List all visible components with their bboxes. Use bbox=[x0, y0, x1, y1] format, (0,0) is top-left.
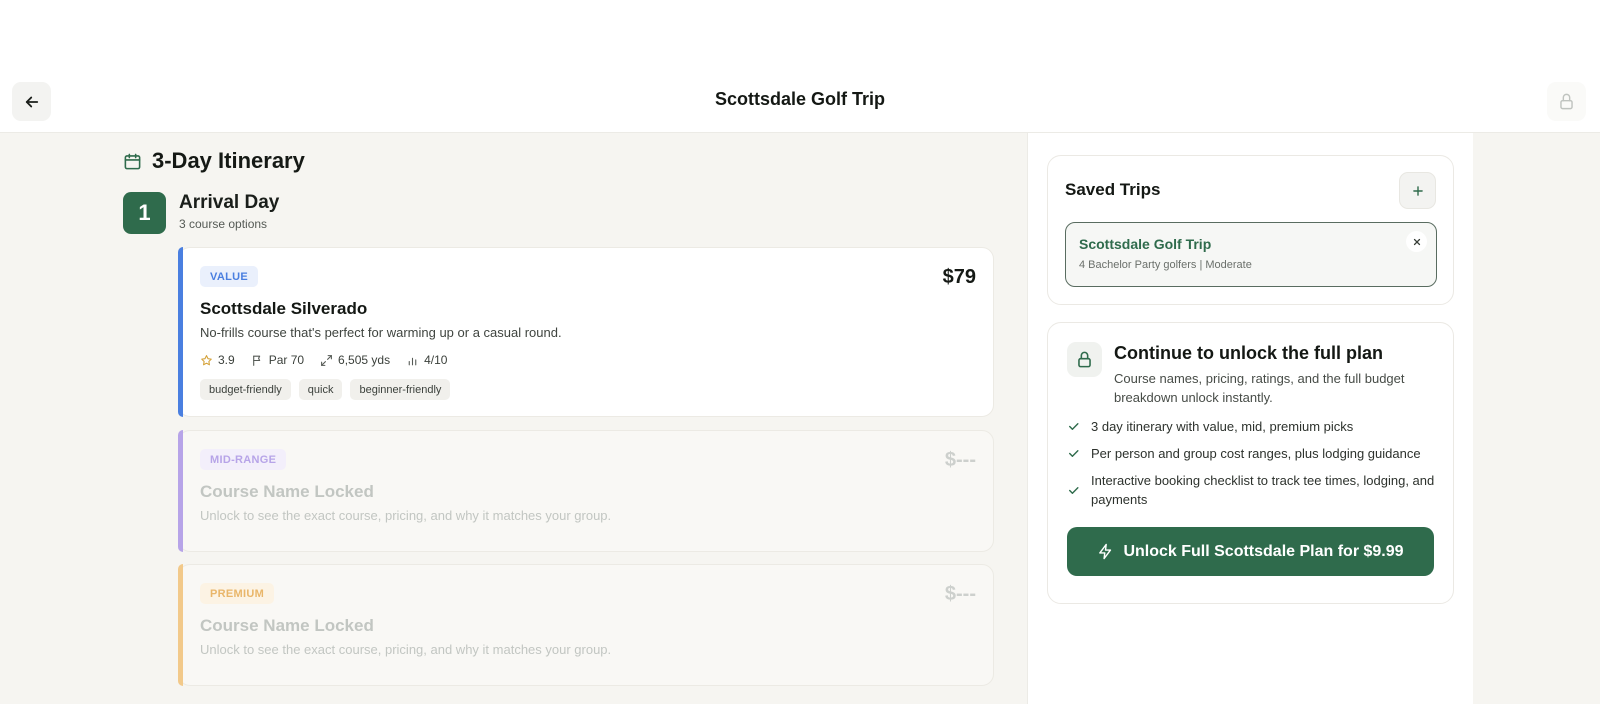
par-value: Par 70 bbox=[268, 353, 305, 367]
feature-item: 3 day itinerary with value, mid, premium… bbox=[1067, 417, 1437, 436]
course-description: Unlock to see the exact course, pricing,… bbox=[200, 508, 612, 523]
course-description: Unlock to see the exact course, pricing,… bbox=[200, 642, 612, 657]
difficulty-value: 4/10 bbox=[424, 353, 448, 367]
close-icon bbox=[1413, 238, 1420, 245]
check-icon bbox=[1069, 486, 1079, 494]
check-icon bbox=[1069, 423, 1079, 430]
unlock-lock-badge bbox=[1067, 342, 1102, 377]
day-subtitle: 3 course options bbox=[179, 217, 268, 231]
tier-badge: VALUE bbox=[200, 266, 258, 287]
card-accent-bar bbox=[178, 564, 183, 686]
card-accent-bar bbox=[178, 247, 183, 417]
itinerary-heading: 3-Day Itinerary bbox=[123, 148, 305, 174]
course-stats: 3.9 Par 70 6,505 yds 4/10 bbox=[200, 353, 447, 367]
yardage-stat: 6,505 yds bbox=[320, 353, 390, 367]
tier-badge: PREMIUM bbox=[200, 583, 275, 604]
par-stat: Par 70 bbox=[251, 353, 304, 367]
add-trip-button[interactable] bbox=[1399, 172, 1436, 209]
lock-icon bbox=[1078, 351, 1091, 368]
unlock-title: Continue to unlock the full plan bbox=[1114, 343, 1383, 363]
course-card-premium-locked[interactable]: PREMIUM $--- Course Name Locked Unlock t… bbox=[178, 564, 994, 686]
course-price: $--- bbox=[944, 449, 976, 471]
course-card-midrange-locked[interactable]: MID-RANGE $--- Course Name Locked Unlock… bbox=[178, 430, 994, 552]
rating-stat: 3.9 bbox=[200, 353, 235, 367]
unlock-button-label: Unlock Full Scottsdale Plan for $9.99 bbox=[1123, 542, 1404, 560]
feature-text: Per person and group cost ranges, plus l… bbox=[1091, 446, 1421, 461]
course-tags: budget-friendly quick beginner-friendly bbox=[200, 379, 451, 400]
card-accent-bar bbox=[178, 430, 183, 552]
expand-arrows-icon bbox=[321, 354, 332, 366]
course-card-value[interactable]: VALUE $79 Scottsdale Silverado No-frills… bbox=[178, 247, 994, 417]
day-number-badge: 1 bbox=[123, 192, 166, 234]
calendar-icon bbox=[124, 153, 141, 169]
check-icon bbox=[1069, 450, 1079, 457]
rating-value: 3.9 bbox=[218, 353, 235, 367]
day-title: Arrival Day bbox=[179, 192, 280, 213]
lock-icon bbox=[1560, 93, 1573, 110]
feature-text: Interactive booking checklist to track t… bbox=[1091, 473, 1435, 507]
unlock-plan-panel: Continue to unlock the full plan Course … bbox=[1047, 322, 1454, 604]
lightning-icon bbox=[1099, 543, 1112, 560]
course-name: Course Name Locked bbox=[200, 616, 374, 635]
course-name: Scottsdale Silverado bbox=[200, 299, 368, 318]
app-header: Scottsdale Golf Trip bbox=[0, 80, 1600, 133]
bar-chart-icon bbox=[408, 357, 417, 365]
course-price: $--- bbox=[944, 583, 976, 605]
course-price: $79 bbox=[942, 266, 976, 288]
lock-button[interactable] bbox=[1547, 82, 1586, 121]
tag-chip: budget-friendly bbox=[200, 379, 291, 400]
yardage-value: 6,505 yds bbox=[338, 353, 391, 367]
difficulty-stat: 4/10 bbox=[406, 353, 447, 367]
tag-chip: beginner-friendly bbox=[350, 379, 451, 400]
page-title: Scottsdale Golf Trip bbox=[714, 89, 886, 109]
itinerary-section: 3-Day Itinerary 1 Arrival Day 3 course o… bbox=[0, 133, 1027, 704]
plus-icon bbox=[1412, 185, 1423, 196]
star-icon bbox=[201, 354, 212, 365]
trip-meta: 4 Bachelor Party golfers | Moderate bbox=[1079, 259, 1252, 271]
page-margin bbox=[1473, 133, 1600, 704]
feature-text: 3 day itinerary with value, mid, premium… bbox=[1091, 419, 1354, 434]
feature-list: 3 day itinerary with value, mid, premium… bbox=[1067, 417, 1437, 517]
remove-trip-button[interactable] bbox=[1406, 231, 1427, 252]
saved-trips-title: Saved Trips bbox=[1065, 180, 1161, 199]
saved-trip-item[interactable]: Scottsdale Golf Trip 4 Bachelor Party go… bbox=[1065, 222, 1437, 287]
saved-trips-panel: Saved Trips Scottsdale Golf Trip 4 Bache… bbox=[1047, 155, 1454, 305]
unlock-description: Course names, pricing, ratings, and the … bbox=[1114, 371, 1405, 405]
flag-icon bbox=[252, 355, 260, 366]
tier-badge: MID-RANGE bbox=[200, 449, 287, 470]
course-description: No-frills course that's perfect for warm… bbox=[200, 325, 562, 340]
feature-item: Per person and group cost ranges, plus l… bbox=[1067, 444, 1437, 463]
tag-chip: quick bbox=[298, 379, 343, 400]
course-name: Course Name Locked bbox=[200, 482, 374, 501]
feature-item: Interactive booking checklist to track t… bbox=[1067, 471, 1437, 509]
unlock-plan-button[interactable]: Unlock Full Scottsdale Plan for $9.99 bbox=[1067, 527, 1434, 576]
itinerary-title: 3-Day Itinerary bbox=[152, 148, 305, 173]
trip-name: Scottsdale Golf Trip bbox=[1079, 236, 1212, 252]
